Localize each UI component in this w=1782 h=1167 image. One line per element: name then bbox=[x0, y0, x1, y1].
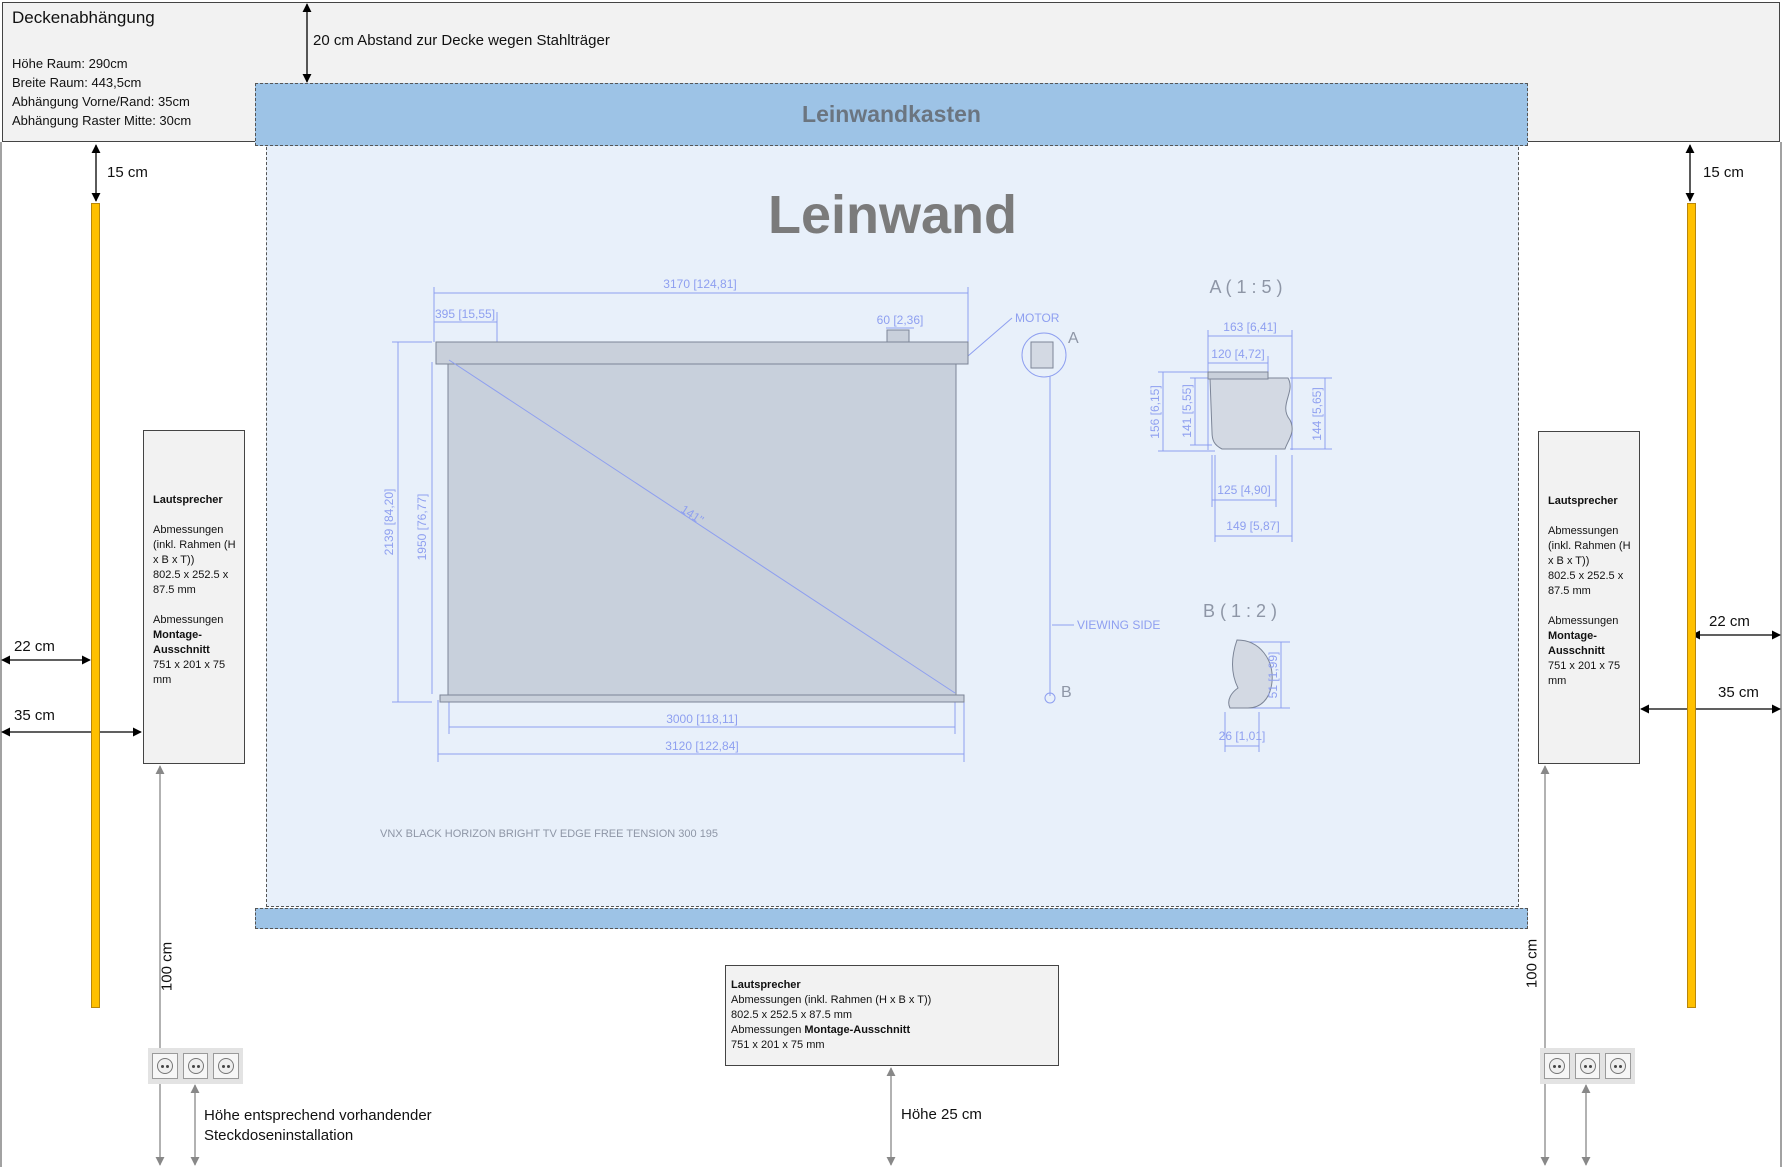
technical-drawing: 3170 [124,81] 395 [15,55] 60 [2,36] MOTO… bbox=[380, 277, 1332, 840]
dim-total-width: 3170 [124,81] bbox=[663, 277, 736, 291]
dim-viewing-side: VIEWING SIDE bbox=[1077, 618, 1160, 632]
detail-a-w149: 149 [5,87] bbox=[1226, 519, 1279, 533]
model-name: VNX BLACK HORIZON BRIGHT TV EDGE FREE TE… bbox=[380, 828, 718, 840]
detail-a-w120: 120 [4,72] bbox=[1211, 347, 1264, 361]
dim-motor-width: 60 [2,36] bbox=[877, 313, 924, 327]
dim-outer-width: 3120 [122,84] bbox=[665, 739, 738, 753]
detail-b-title: B ( 1 : 2 ) bbox=[1203, 601, 1277, 621]
detail-a-h144: 144 [5,65] bbox=[1310, 387, 1324, 440]
dim-motor: MOTOR bbox=[1015, 311, 1060, 325]
detail-a-w125: 125 [4,90] bbox=[1217, 483, 1270, 497]
detail-a-title: A ( 1 : 5 ) bbox=[1209, 277, 1282, 297]
label-b: B bbox=[1061, 684, 1072, 701]
detail-a-w163: 163 [6,41] bbox=[1223, 320, 1276, 334]
detail-a-h141: 141 [5,55] bbox=[1180, 384, 1194, 437]
dim-height-view: 1950 [76,77] bbox=[415, 494, 429, 561]
detail-a-h156: 156 [6,15] bbox=[1148, 385, 1162, 438]
dim-left-offset: 395 [15,55] bbox=[435, 307, 495, 321]
label-a: A bbox=[1068, 330, 1079, 347]
detail-b-h51: 51 [1,99] bbox=[1266, 652, 1280, 699]
detail-b-w26: 26 [1,01] bbox=[1219, 729, 1266, 743]
dim-view-width: 3000 [118,11] bbox=[666, 712, 738, 726]
dim-height-total: 2139 [84,20] bbox=[382, 489, 396, 556]
